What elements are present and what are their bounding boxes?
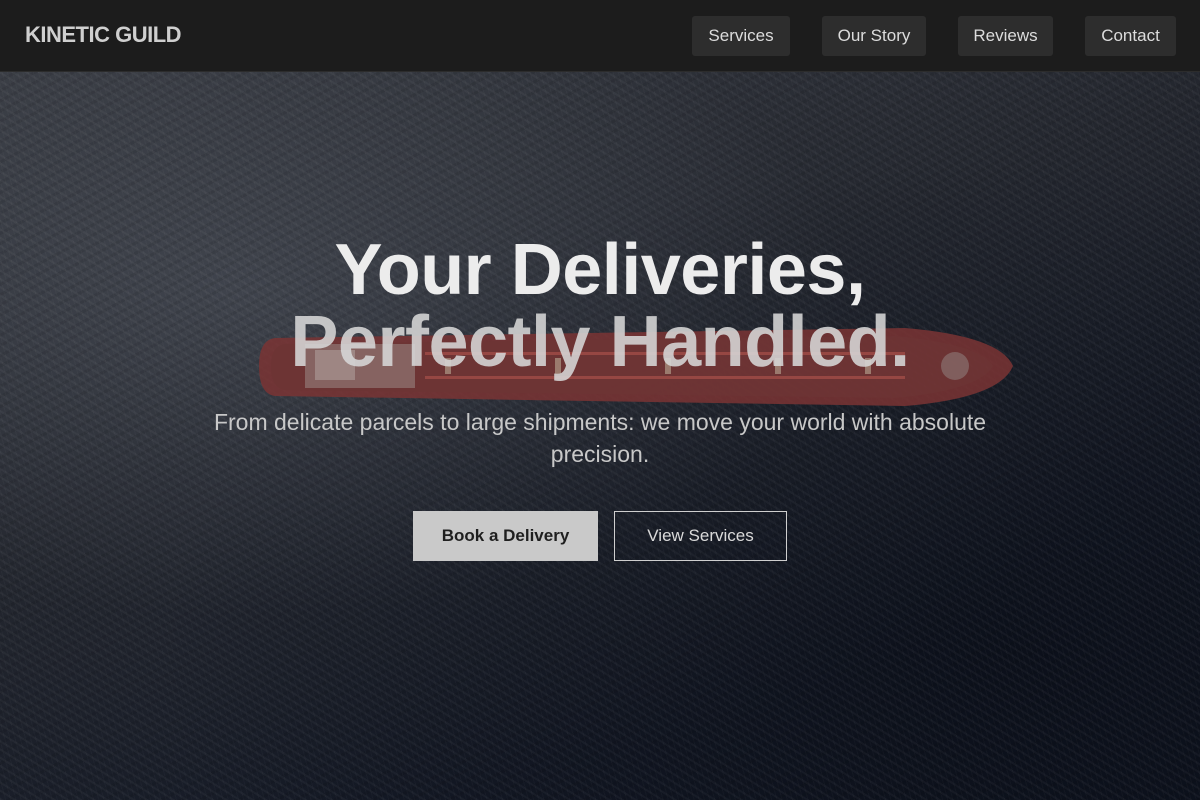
hero-title-line-2: Perfectly Handled.	[290, 302, 910, 382]
nav-item-services[interactable]: Services	[692, 16, 790, 56]
nav-item-our-story[interactable]: Our Story	[822, 16, 926, 56]
view-services-button[interactable]: View Services	[614, 511, 787, 561]
hero-title-line-1: Your Deliveries,	[334, 230, 866, 310]
hero-content: Your Deliveries, Perfectly Handled. From…	[0, 72, 1200, 800]
top-navigation-bar: KINETIC GUILD Services Our Story Reviews…	[0, 0, 1200, 72]
hero-subtitle: From delicate parcels to large shipments…	[213, 409, 987, 467]
hero-section: Your Deliveries, Perfectly Handled. From…	[0, 72, 1200, 800]
book-delivery-button[interactable]: Book a Delivery	[413, 511, 598, 561]
nav-item-reviews[interactable]: Reviews	[958, 16, 1053, 56]
nav-item-contact[interactable]: Contact	[1085, 16, 1176, 56]
brand-logo[interactable]: KINETIC GUILD	[25, 21, 182, 49]
hero-title: Your Deliveries, Perfectly Handled.	[100, 234, 1100, 378]
